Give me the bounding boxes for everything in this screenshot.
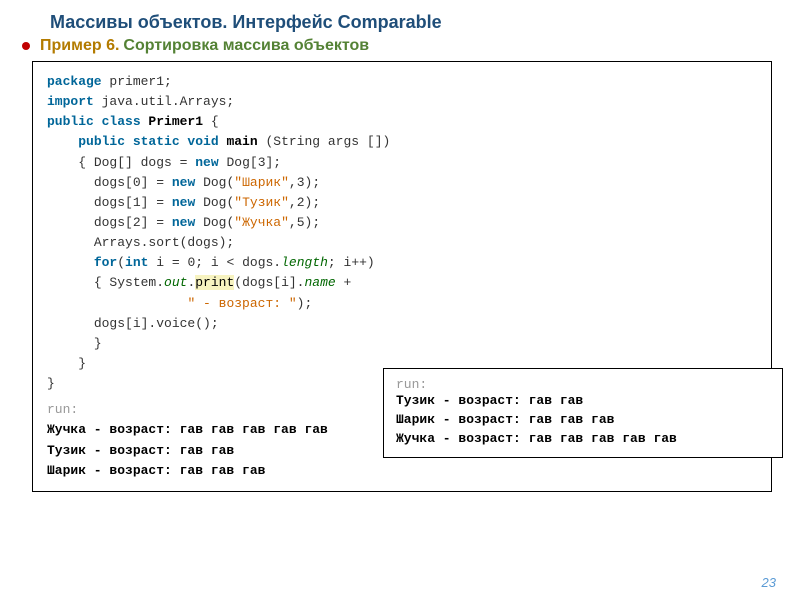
run-label-inner: run: bbox=[396, 377, 770, 392]
subtitle-row: Пример 6. Сортировка массива объектов bbox=[20, 37, 780, 55]
slide-title: Массивы объектов. Интерфейс Comparable bbox=[50, 12, 780, 33]
page-number: 23 bbox=[762, 575, 776, 590]
inner-out-3: Жучка - возраст: гав гав гав гав гав bbox=[396, 430, 770, 449]
inner-out-2: Шарик - возраст: гав гав гав bbox=[396, 411, 770, 430]
example-desc: Сортировка массива объектов bbox=[123, 37, 369, 55]
outer-out-3: Шарик - возраст: гав гав гав bbox=[47, 461, 759, 481]
inner-out-1: Тузик - возраст: гав гав bbox=[396, 392, 770, 411]
example-label: Пример 6. bbox=[40, 37, 119, 55]
output-overlay: run: Тузик - возраст: гав гав Шарик - во… bbox=[383, 368, 783, 458]
bullet-icon bbox=[22, 42, 30, 50]
code-block: package primer1; import java.util.Arrays… bbox=[32, 61, 772, 492]
